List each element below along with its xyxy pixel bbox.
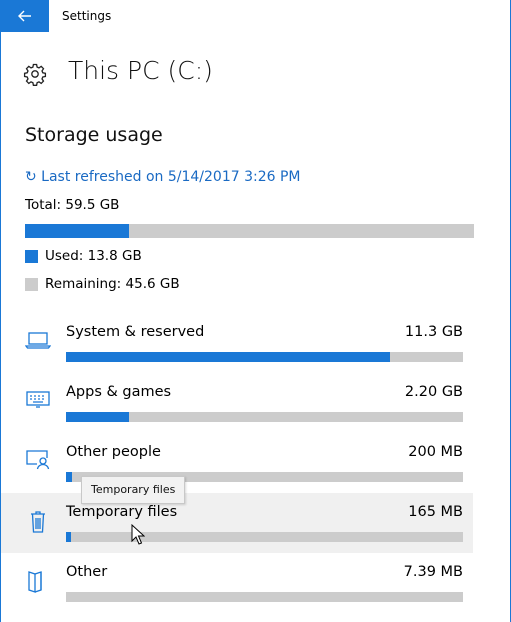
total-usage-bar — [25, 224, 474, 238]
category-label: Other — [66, 564, 108, 580]
legend-used: Used: 13.8 GB — [25, 248, 142, 264]
mouse-cursor-icon — [131, 524, 145, 545]
category-bar-fill — [66, 412, 130, 422]
category-size: 200 MB — [408, 444, 463, 460]
category-label: Temporary files — [66, 504, 178, 520]
storage-usage-heading: Storage usage — [25, 124, 163, 146]
category-bar-fill — [66, 532, 71, 542]
category-label: Other people — [66, 444, 161, 460]
category-bar-fill — [66, 352, 391, 362]
back-button[interactable] — [1, 0, 49, 32]
category-bar-fill — [66, 472, 72, 482]
category-size: 165 MB — [408, 504, 463, 520]
category-size: 2.20 GB — [404, 384, 463, 400]
gear-icon — [23, 63, 47, 86]
category-bar — [66, 592, 463, 602]
tooltip: Temporary files — [81, 476, 186, 504]
total-usage-fill — [25, 224, 130, 238]
remaining-swatch — [25, 277, 38, 291]
page-header — [23, 58, 47, 90]
category-label: System & reserved — [66, 324, 205, 340]
laptop-icon — [25, 332, 51, 349]
category-bar — [66, 352, 463, 362]
category-size: 11.3 GB — [404, 324, 463, 340]
total-size: Total: 59.5 GB — [25, 197, 120, 213]
keyboard-icon — [26, 391, 50, 408]
category-apps-games[interactable]: Apps & games 2.20 GB — [1, 373, 473, 433]
category-other[interactable]: Other 7.39 MB — [1, 553, 473, 613]
window-title: Settings — [62, 9, 112, 23]
trash-icon — [31, 511, 45, 533]
used-swatch — [25, 249, 38, 263]
category-bar — [66, 532, 463, 542]
settings-window: Settings This PC (C:) Storage usage ↻ La… — [0, 0, 511, 622]
category-bar — [66, 412, 463, 422]
title-bar: Settings — [1, 0, 510, 32]
page-title: This PC (C:) — [68, 56, 213, 85]
remaining-text: Remaining: 45.6 GB — [45, 276, 180, 292]
user-screen-icon — [26, 450, 50, 470]
refresh-link[interactable]: ↻ Last refreshed on 5/14/2017 3:26 PM — [25, 169, 301, 185]
back-arrow-icon — [18, 10, 31, 22]
category-label: Apps & games — [66, 384, 172, 400]
legend-remaining: Remaining: 45.6 GB — [25, 276, 180, 292]
used-text: Used: 13.8 GB — [45, 248, 142, 264]
category-size: 7.39 MB — [403, 564, 463, 580]
category-temporary-files[interactable]: Temporary files 165 MB — [1, 493, 473, 553]
category-system-reserved[interactable]: System & reserved 11.3 GB — [1, 313, 473, 373]
map-icon — [28, 571, 42, 593]
category-other-people[interactable]: Other people 200 MB — [1, 433, 473, 493]
